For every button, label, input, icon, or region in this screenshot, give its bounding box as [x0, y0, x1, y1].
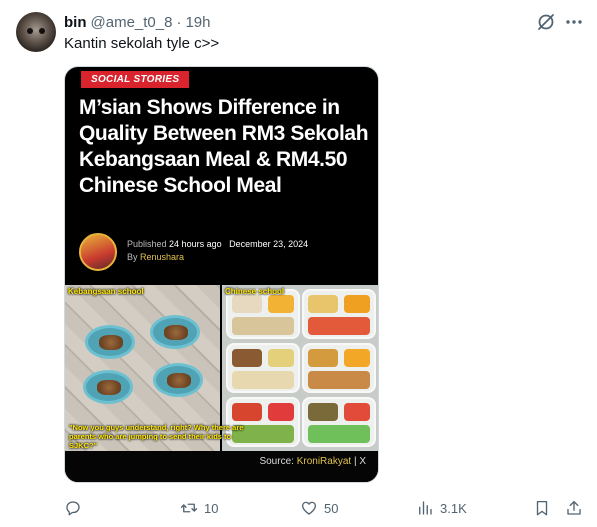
author-handle[interactable]: @ame_t0_8 — [91, 14, 173, 31]
views-icon — [419, 501, 432, 515]
like-count: 50 — [324, 500, 339, 516]
reply-icon — [66, 501, 80, 516]
lunch-box — [226, 289, 300, 339]
lunch-box — [302, 343, 376, 393]
reply-button[interactable] — [64, 498, 88, 518]
source-suffix: | X — [353, 456, 366, 467]
views-button[interactable]: 3.1K — [416, 498, 467, 518]
tweet[interactable]: bin @ame_t0_8 · 19h Kantin sekolah tyle … — [0, 0, 597, 527]
meal-plate — [83, 370, 133, 404]
views-count: 3.1K — [440, 500, 467, 516]
separator-dot: · — [176, 13, 182, 31]
tweet-header: bin @ame_t0_8 · 19h — [64, 12, 210, 32]
tweet-text: Kantin sekolah tyle c>> — [64, 35, 220, 52]
bookmark-icon — [536, 500, 548, 516]
chinese-school-label: Chinese school — [225, 287, 285, 296]
comparison-photo: Kebangsaan school Chinese school "Now yo… — [65, 285, 378, 451]
grok-icon[interactable] — [536, 12, 556, 32]
lunch-box — [302, 397, 376, 447]
kebangsaan-label: Kebangsaan school — [68, 287, 144, 296]
bookmark-button[interactable] — [533, 498, 551, 518]
meal-plate — [153, 363, 203, 397]
retweet-count: 10 — [204, 500, 219, 516]
action-bar: 10 50 3.1K — [0, 494, 597, 522]
category-tag: SOCIAL STORIES — [81, 71, 190, 88]
tweet-time[interactable]: 19h — [185, 14, 210, 31]
article-meta: Published 24 hours ago December 23, 2024… — [127, 238, 308, 264]
by-prefix: By — [127, 252, 138, 262]
lunch-box — [226, 343, 300, 393]
published-date: December 23, 2024 — [229, 239, 309, 249]
article-headline: M’sian Shows Difference in Quality Betwe… — [79, 96, 369, 197]
source-prefix: Source: — [259, 456, 294, 467]
meal-plate — [150, 315, 200, 349]
retweet-button[interactable]: 10 — [180, 498, 218, 518]
like-icon — [301, 501, 317, 515]
source-line: Source: KroniRakyat | X — [259, 456, 366, 467]
lunch-box — [302, 289, 376, 339]
avatar-eye — [39, 28, 45, 34]
photo-caption: "Now you guys understand, right? Why the… — [69, 423, 244, 450]
source-name: KroniRakyat — [296, 456, 352, 467]
avatar-eye — [27, 28, 33, 34]
share-icon — [567, 500, 581, 515]
like-button[interactable]: 50 — [300, 498, 338, 518]
meal-plate — [85, 325, 135, 359]
author-name[interactable]: bin — [64, 14, 87, 31]
article-author: Renushara — [140, 252, 185, 262]
media-card[interactable]: SOCIAL STORIES M’sian Shows Difference i… — [64, 66, 379, 483]
share-button[interactable] — [565, 498, 583, 518]
published-ago: 24 hours ago — [169, 239, 222, 249]
published-prefix: Published — [127, 239, 167, 249]
more-icon[interactable] — [564, 12, 584, 32]
retweet-icon — [180, 503, 198, 513]
avatar[interactable] — [16, 12, 56, 52]
article-author-avatar — [79, 233, 117, 271]
